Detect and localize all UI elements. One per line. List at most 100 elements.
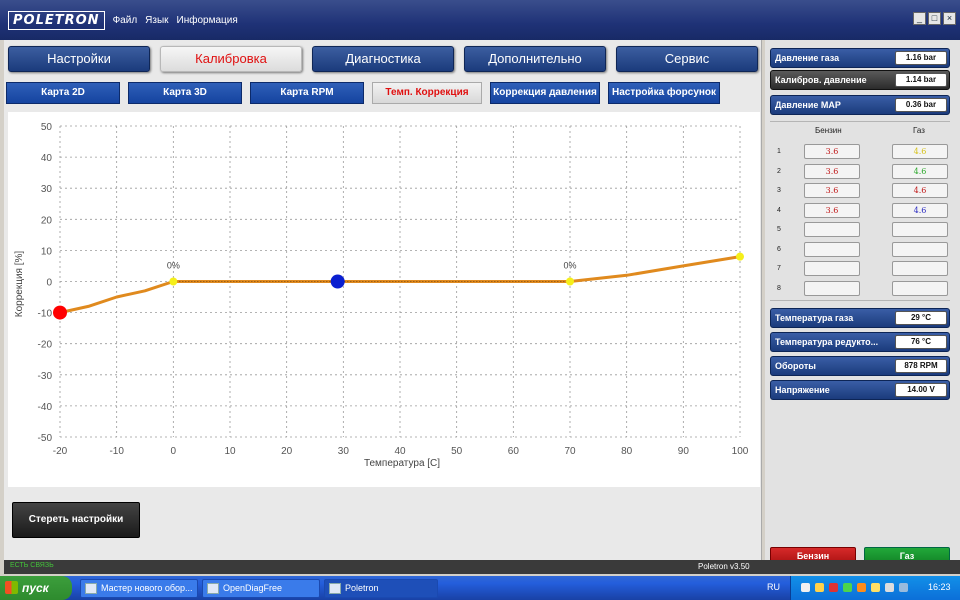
window-icon	[329, 583, 341, 594]
cylinder-number: 5	[777, 226, 781, 233]
control-point[interactable]	[53, 305, 67, 320]
tray-icon[interactable]	[801, 583, 810, 592]
subtab-map-2d[interactable]: Карта 2D	[6, 82, 120, 104]
menu-language[interactable]: Язык	[145, 15, 168, 26]
taskbar-item-poletron[interactable]: Poletron	[324, 579, 438, 598]
reducer-temp-value: 76 °C	[895, 335, 947, 349]
x-tick-label: 80	[621, 446, 633, 457]
gas-injection-cell	[892, 241, 948, 257]
rpm-value: 878 RPM	[895, 359, 947, 373]
x-tick-label: 70	[564, 446, 576, 457]
control-point[interactable]	[330, 274, 345, 289]
divider	[770, 121, 950, 122]
point-annotation: 0%	[563, 261, 576, 271]
y-axis-label: Коррекция [%]	[14, 251, 25, 318]
menu-info[interactable]: Информация	[177, 15, 238, 26]
control-point[interactable]	[566, 277, 574, 286]
window-icon	[85, 583, 97, 594]
control-point[interactable]	[169, 277, 178, 286]
x-tick-label: 100	[732, 446, 749, 457]
rpm-readout: Обороты 878 RPM	[770, 356, 950, 376]
language-indicator[interactable]: RU	[767, 582, 780, 592]
gas-temp-value: 29 °C	[895, 311, 947, 325]
petrol-injection-cell	[804, 261, 860, 276]
version-label: Poletron v3.50	[698, 562, 750, 571]
close-icon[interactable]: ×	[943, 12, 956, 25]
x-tick-label: 50	[451, 446, 463, 457]
taskbar-item-opendiag[interactable]: OpenDiagFree	[202, 579, 320, 598]
y-tick-label: -40	[38, 402, 53, 413]
y-tick-label: -30	[38, 371, 53, 382]
gas-injection-cell	[892, 261, 948, 276]
connection-status: ЕСТЬ СВЯЗЬ	[10, 562, 54, 569]
menu-file[interactable]: Файл	[113, 15, 138, 26]
column-header-petrol: Бензин	[815, 126, 842, 135]
x-tick-label: 60	[508, 446, 520, 457]
map-pressure-readout: Давление MAP 0.36 bar	[770, 95, 950, 115]
start-button[interactable]: пуск	[0, 576, 72, 600]
minimize-icon[interactable]: _	[913, 12, 926, 25]
tab-diagnostics[interactable]: Диагностика	[312, 46, 454, 72]
gas-injection-cell	[892, 222, 948, 237]
cylinder-number: 8	[777, 284, 781, 292]
main-tabs: Настройки Калибровка Диагностика Дополни…	[8, 46, 758, 72]
x-tick-label: -10	[109, 446, 124, 457]
main-panel: Настройки Калибровка Диагностика Дополни…	[4, 40, 762, 560]
control-point[interactable]	[736, 252, 744, 261]
gas-injection-cell: 4.6	[892, 183, 948, 198]
maximize-icon[interactable]: □	[928, 12, 941, 25]
tray-icon[interactable]	[829, 583, 838, 592]
sensor-panel: Давление газа 1.16 bar Калибров. давлени…	[765, 40, 960, 566]
y-tick-label: -50	[38, 433, 53, 444]
tray-icon[interactable]	[857, 583, 866, 592]
petrol-injection-cell	[804, 241, 860, 257]
calibration-pressure-readout: Калибров. давление 1.14 bar	[770, 70, 950, 90]
gas-injection-cell: 4.6	[892, 144, 948, 159]
app-logo: POLETRON	[8, 10, 105, 30]
petrol-injection-cell	[804, 280, 860, 296]
tab-settings[interactable]: Настройки	[8, 46, 150, 72]
window-titlebar: POLETRON Файл Язык Информация _ □ ×	[0, 0, 960, 40]
temp-correction-chart[interactable]: -20 -10 0 10 20 30 40 50 60 70 80 90 100 50 40 30 20 10 0-…	[8, 112, 760, 487]
subtab-temp-correction[interactable]: Темп. Коррекция	[372, 82, 482, 104]
taskbar-item-wizard[interactable]: Мастер нового обор...	[80, 579, 198, 598]
cylinder-number: 6	[777, 245, 781, 253]
sub-tabs: Карта 2D Карта 3D Карта RPM Темп. Коррек…	[6, 82, 720, 104]
y-tick-label: 30	[41, 184, 53, 195]
petrol-injection-cell: 3.6	[804, 144, 860, 159]
cylinder-number: 2	[777, 167, 781, 175]
erase-settings-button[interactable]: Стереть настройки	[12, 502, 140, 538]
tray-icon[interactable]	[843, 583, 852, 592]
tab-additional[interactable]: Дополнительно	[464, 46, 606, 72]
gas-injection-cell	[892, 280, 948, 296]
y-tick-label: 0	[46, 278, 52, 289]
subtab-map-rpm[interactable]: Карта RPM	[250, 82, 364, 104]
x-tick-label: 30	[338, 446, 350, 457]
tab-calibration[interactable]: Калибровка	[160, 46, 302, 72]
petrol-injection-cell: 3.6	[804, 202, 860, 218]
x-tick-label: 0	[171, 446, 177, 457]
taskbar: пуск Мастер нового обор... OpenDiagFree …	[0, 576, 960, 600]
windows-logo-icon	[5, 581, 18, 594]
divider	[770, 300, 950, 301]
tray-icon[interactable]	[815, 583, 824, 592]
tray-icon[interactable]	[871, 583, 880, 592]
point-annotation: 0%	[167, 261, 180, 271]
y-tick-label: 10	[41, 246, 53, 257]
subtab-pressure-correction[interactable]: Коррекция давления	[490, 82, 600, 104]
tab-service[interactable]: Сервис	[616, 46, 758, 72]
y-tick-label: -20	[38, 340, 53, 351]
chart-svg[interactable]: -20 -10 0 10 20 30 40 50 60 70 80 90 10050403020100-…	[8, 112, 760, 487]
tray-icon[interactable]	[885, 583, 894, 592]
tray-icon[interactable]	[899, 583, 908, 592]
correction-curve	[59, 255, 741, 315]
cylinder-number: 4	[777, 206, 781, 214]
x-tick-label: 10	[224, 446, 236, 457]
subtab-map-3d[interactable]: Карта 3D	[128, 82, 242, 104]
cylinder-number: 7	[777, 265, 781, 272]
gas-temp-readout: Температура газа 29 °C	[770, 308, 950, 328]
calibration-pressure-value: 1.14 bar	[895, 73, 947, 87]
gas-injection-cell: 4.6	[892, 202, 948, 218]
subtab-injector-setup[interactable]: Настройка форсунок	[608, 82, 720, 104]
x-tick-label: 20	[281, 446, 293, 457]
